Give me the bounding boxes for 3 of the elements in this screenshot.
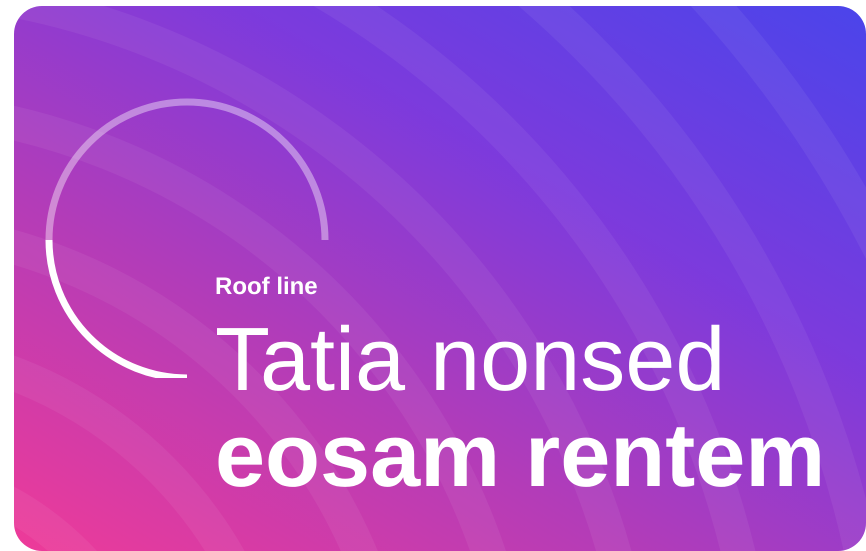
headline-line: eosam rentem bbox=[215, 408, 826, 504]
headline-line: Tatia nonsed bbox=[215, 312, 726, 408]
eyebrow-label: Roof line bbox=[215, 272, 318, 302]
